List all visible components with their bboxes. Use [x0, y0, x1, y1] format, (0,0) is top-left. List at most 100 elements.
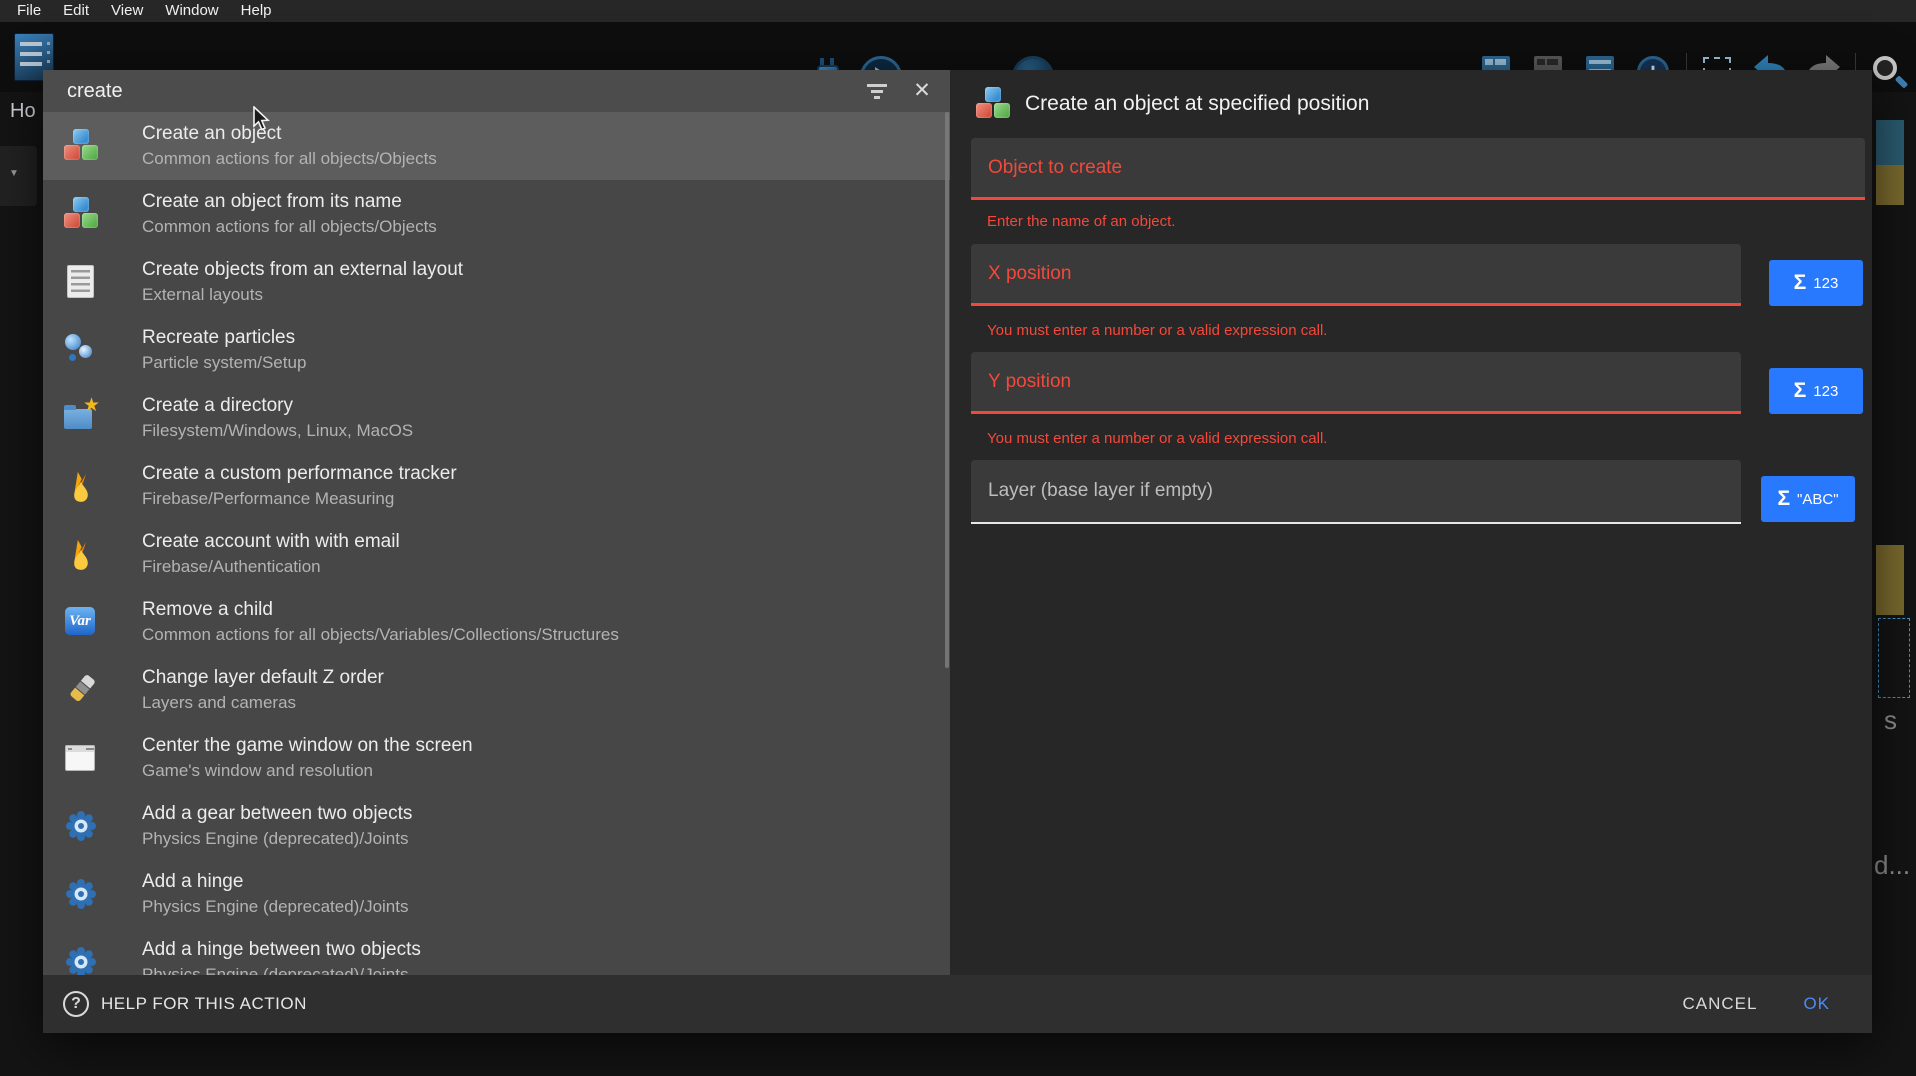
- dialog-footer: HELP FOR THIS ACTION CANCEL OK: [43, 975, 1872, 1033]
- y-position-error-text: You must enter a number or a valid expre…: [987, 430, 1327, 447]
- search-icon[interactable]: [1868, 52, 1908, 94]
- action-detail-panel: Create an object at specified position O…: [950, 70, 1872, 975]
- action-item-group: Physics Engine (deprecated)/Joints: [142, 830, 412, 849]
- action-item-title: Create objects from an external layout: [142, 260, 463, 281]
- firebase-flame-icon: [63, 536, 99, 572]
- search-input[interactable]: [65, 79, 866, 104]
- background-text-fragment: s: [1884, 705, 1897, 736]
- action-list-item[interactable]: Create a custom performance tracker Fireb…: [43, 452, 950, 520]
- action-list-item[interactable]: Change layer default Z order Layers and c…: [43, 656, 950, 724]
- action-item-group: Particle system/Setup: [142, 354, 306, 373]
- action-item-group: External layouts: [142, 286, 463, 305]
- action-item-title: Change layer default Z order: [142, 668, 384, 689]
- y-position-field[interactable]: Y position: [971, 352, 1741, 414]
- action-item-group: Filesystem/Windows, Linux, MacOS: [142, 422, 413, 441]
- x-position-expression-button[interactable]: Σ123: [1769, 260, 1863, 306]
- action-item-group: Game's window and resolution: [142, 762, 473, 781]
- help-button[interactable]: HELP FOR THIS ACTION: [63, 991, 307, 1017]
- background-scene-block-teal: [1876, 120, 1904, 165]
- folder-star-icon: [63, 400, 99, 436]
- layer-dropdown-partial[interactable]: [0, 146, 37, 206]
- sigma-icon: Σ: [1794, 379, 1807, 403]
- action-list-item[interactable]: Add a hinge between two objects Physics E…: [43, 928, 950, 975]
- action-item-group: Firebase/Authentication: [142, 558, 400, 577]
- action-item-title: Add a hinge between two objects: [142, 940, 421, 961]
- action-item-title: Create account with with email: [142, 532, 400, 553]
- action-item-title: Add a gear between two objects: [142, 804, 412, 825]
- ok-button[interactable]: OK: [1803, 994, 1830, 1014]
- home-tab-partial: Ho: [10, 100, 36, 123]
- y-position-placeholder: Y position: [988, 371, 1071, 393]
- action-list-item[interactable]: Center the game window on the screenGame…: [43, 724, 950, 792]
- background-scene-block-olive: [1876, 165, 1904, 205]
- menu-window[interactable]: Window: [154, 0, 229, 22]
- action-search-panel: Create an object Common actions for all o…: [43, 70, 950, 975]
- external-layout-document-icon: [63, 264, 99, 300]
- action-list-item[interactable]: Create a directory Filesystem/Windows, Li…: [43, 384, 950, 452]
- mouse-cursor: [252, 106, 274, 132]
- menu-edit[interactable]: Edit: [52, 0, 100, 22]
- x-position-error-text: You must enter a number or a valid expre…: [987, 322, 1327, 339]
- layer-field[interactable]: Layer (base layer if empty): [971, 460, 1741, 524]
- instruction-editor-dialog: Create an object Common actions for all o…: [43, 70, 1872, 1033]
- action-item-title: Add a hinge: [142, 872, 408, 893]
- search-header: [43, 70, 950, 112]
- action-item-title: Create an object: [142, 124, 437, 145]
- y-position-expression-button[interactable]: Σ 123: [1769, 368, 1863, 414]
- menu-view[interactable]: View: [100, 0, 154, 22]
- action-list-item[interactable]: Add a hingePhysics Engine (deprecated)/J…: [43, 860, 950, 928]
- objects-cubes-icon: [975, 86, 1011, 122]
- action-list-item[interactable]: Create an object from its name Common act…: [43, 180, 950, 248]
- action-item-group: Common actions for all objects/Variables…: [142, 626, 619, 645]
- action-list: Create an object Common actions for all o…: [43, 112, 950, 975]
- cancel-button[interactable]: CANCEL: [1682, 994, 1757, 1014]
- object-to-create-placeholder: Object to create: [988, 157, 1122, 179]
- background-selection-outline: [1878, 618, 1910, 698]
- list-scrollbar[interactable]: [945, 112, 949, 668]
- x-position-placeholder: X position: [988, 263, 1071, 285]
- filter-icon[interactable]: [866, 82, 888, 100]
- gdevelop-window: FileEditViewWindowHelp PREVIEW PUBLISH H…: [0, 0, 1916, 1076]
- action-item-title: Create an object from its name: [142, 192, 437, 213]
- sigma-icon: Σ: [1777, 487, 1790, 511]
- background-scene-block-olive-2: [1876, 545, 1904, 615]
- action-list-item[interactable]: Recreate particles Particle system/Setup: [43, 316, 950, 384]
- action-item-title: Create a custom performance tracker: [142, 464, 457, 485]
- layer-placeholder: Layer (base layer if empty): [988, 480, 1213, 502]
- var-badge-icon: Var: [63, 604, 99, 640]
- menu-file[interactable]: File: [6, 0, 52, 22]
- action-item-title: Recreate particles: [142, 328, 306, 349]
- action-item-group: Common actions for all objects/Objects: [142, 218, 437, 237]
- objects-cubes-icon: [63, 196, 99, 232]
- action-item-group: Physics Engine (deprecated)/Joints: [142, 966, 421, 975]
- object-to-create-error-text: Enter the name of an object.: [987, 213, 1175, 230]
- action-item-title: Remove a child: [142, 600, 619, 621]
- help-label: HELP FOR THIS ACTION: [101, 994, 307, 1014]
- action-list-item[interactable]: Add a gear between two objects Physics En…: [43, 792, 950, 860]
- background-text-fragment: d...: [1874, 850, 1910, 881]
- help-icon: [63, 991, 89, 1017]
- objects-cubes-icon: [63, 128, 99, 164]
- physics-gear-icon: [63, 944, 99, 975]
- layer-expression-button[interactable]: Σ "ABC": [1761, 476, 1855, 522]
- x-position-field[interactable]: X position: [971, 244, 1741, 306]
- object-to-create-field[interactable]: Object to create: [971, 138, 1865, 200]
- action-list-item[interactable]: Var Remove a child Common actions for all …: [43, 588, 950, 656]
- action-item-title: Create a directory: [142, 396, 413, 417]
- physics-gear-icon: [63, 876, 99, 912]
- sigma-icon: Σ: [1794, 271, 1807, 295]
- action-list-item[interactable]: Create account with with email Firebase/A…: [43, 520, 950, 588]
- layer-expression-type-label: "ABC": [1797, 491, 1839, 508]
- firebase-flame-icon: [63, 468, 99, 504]
- physics-gear-icon: [63, 808, 99, 844]
- y-position-expression-type-label: 123: [1813, 383, 1838, 400]
- action-item-group: Layers and cameras: [142, 694, 384, 713]
- action-list-item[interactable]: Create objects from an external layout Ex…: [43, 248, 950, 316]
- action-list-item[interactable]: Create an objectCommon actions for all o…: [43, 112, 950, 180]
- close-icon[interactable]: [910, 79, 934, 103]
- particles-icon: [63, 332, 99, 368]
- game-window-icon: [63, 740, 99, 776]
- action-item-group: Firebase/Performance Measuring: [142, 490, 457, 509]
- menu-help[interactable]: Help: [230, 0, 283, 22]
- layer-zorder-icon: [63, 672, 99, 708]
